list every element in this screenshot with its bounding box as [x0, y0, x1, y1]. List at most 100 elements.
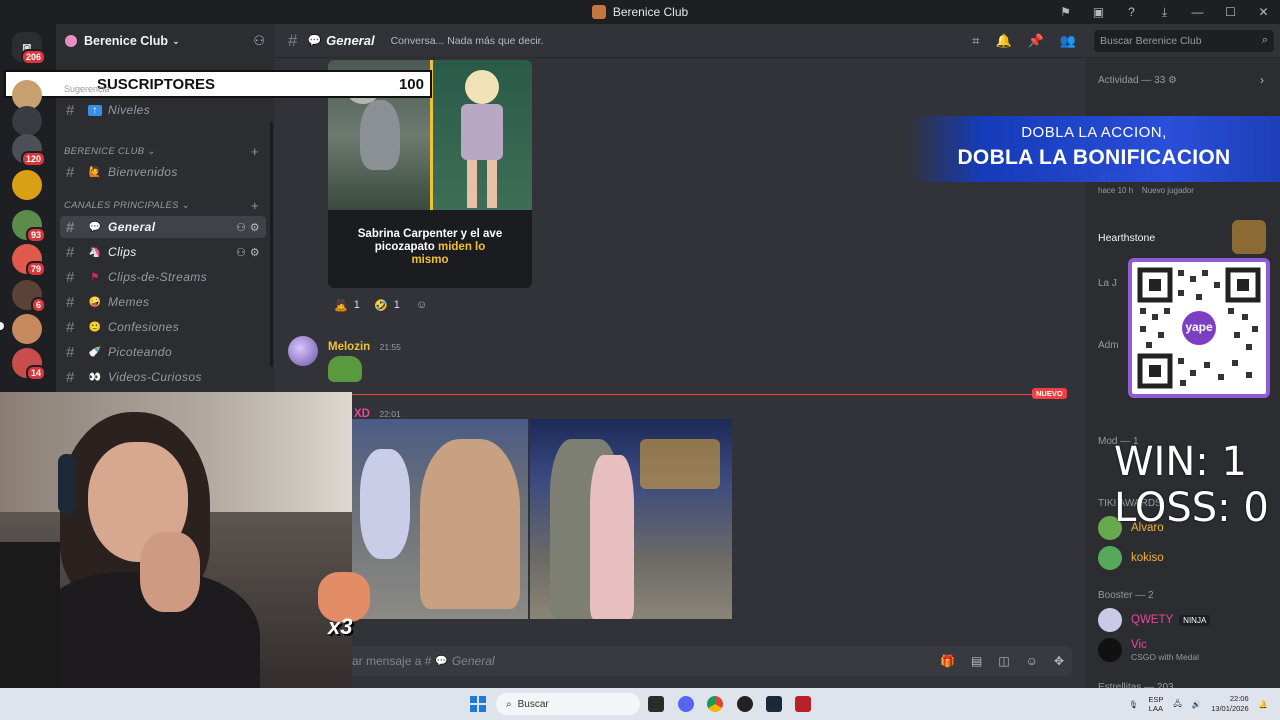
activity-item-2[interactable]: Hearthstone: [1098, 232, 1155, 244]
arrow-up-icon: ↑: [88, 104, 102, 116]
channel-videos-curiosos[interactable]: # 👀 Videos-Curiosos: [60, 366, 266, 388]
category-canales-principales[interactable]: CANALES PRINCIPALES ⌄ +: [64, 198, 259, 213]
channel-picoteando[interactable]: # 🍼 Picoteando: [60, 341, 266, 363]
channel-clips-de-streams[interactable]: # ⚑ Clips-de-Streams: [60, 266, 266, 288]
search-input[interactable]: Buscar Berenice Club ⌕: [1094, 29, 1274, 52]
hash-icon: #: [66, 318, 75, 336]
banner-line-2: DOBLA LA BONIFICACION: [957, 146, 1231, 169]
server-icon-7[interactable]: 79: [12, 244, 46, 277]
clock[interactable]: 22:06 13/01/2026: [1211, 694, 1249, 714]
server-icon-3[interactable]: [12, 106, 42, 136]
hash-icon: #: [66, 368, 75, 386]
sidebar-scrollbar[interactable]: [270, 122, 273, 367]
obs-taskbar-icon[interactable]: [737, 696, 753, 712]
channel-settings-icon[interactable]: ⚇ ⚙: [236, 221, 260, 234]
reaction-emoji: 🤣: [374, 299, 388, 312]
window-title: Berenice Club: [612, 5, 689, 19]
language-indicator[interactable]: ESP LAA: [1148, 695, 1163, 713]
pin-icon[interactable]: 📌: [1028, 33, 1044, 49]
username[interactable]: Melozin: [328, 341, 370, 353]
channel-confesiones[interactable]: # 🙂 Confesiones: [60, 316, 266, 338]
add-reaction-button[interactable]: ☺: [410, 295, 433, 315]
win-counter: WIN: 1: [1114, 439, 1247, 485]
yape-logo: yape: [1185, 320, 1213, 334]
taskbar-search[interactable]: ⌕ Buscar: [496, 693, 640, 715]
download-icon[interactable]: ⤓: [1148, 5, 1181, 20]
members-header: Buscar Berenice Club ⌕: [1086, 24, 1280, 58]
member-name: QWETY: [1131, 614, 1174, 626]
bell-icon[interactable]: 🔔: [995, 33, 1011, 49]
video-attachment-2[interactable]: [530, 419, 732, 619]
title-bar: Berenice Club ⚑ ▣ ? ⤓ — ☐ ✕: [0, 0, 1280, 24]
network-icon[interactable]: 🖧: [1173, 698, 1181, 711]
threads-icon[interactable]: ⌗: [972, 33, 979, 49]
server-name: Berenice Club: [84, 34, 169, 48]
chrome-taskbar-icon[interactable]: [707, 696, 723, 712]
members-icon[interactable]: 👥: [1060, 33, 1076, 49]
channel-niveles[interactable]: # ↑ Niveles: [60, 99, 266, 121]
discord-taskbar-icon[interactable]: [678, 696, 694, 712]
unread-badge: 79: [25, 261, 46, 277]
section-label: La J: [1098, 278, 1117, 289]
sticker-pepe: [328, 356, 362, 382]
task-view-icon[interactable]: [648, 696, 664, 712]
server-icon-6[interactable]: 93: [12, 210, 46, 243]
channel-memes[interactable]: # 🤪 Memes: [60, 291, 266, 313]
composer-placeholder: ar mensaje a #: [352, 654, 432, 668]
add-channel-icon[interactable]: +: [251, 198, 259, 213]
windows-start-icon[interactable]: [470, 696, 486, 712]
section-label: Booster — 2: [1098, 590, 1154, 601]
server-icon-10[interactable]: 14: [12, 348, 46, 381]
mic-icon[interactable]: 🎙: [1129, 700, 1139, 709]
caption-line-1: Sabrina Carpenter y el ave: [357, 228, 503, 240]
invite-icon[interactable]: ⚇: [253, 33, 265, 49]
channel-clips[interactable]: # 🦄 Clips ⚇ ⚙: [60, 241, 266, 263]
add-channel-icon[interactable]: +: [251, 144, 259, 159]
gif-icon[interactable]: ▤: [971, 654, 982, 668]
screen-share-icon[interactable]: ▣: [1082, 5, 1115, 19]
minimize-icon[interactable]: —: [1181, 5, 1214, 19]
server-icon-4[interactable]: 120: [12, 134, 46, 167]
help-icon[interactable]: ?: [1115, 5, 1148, 19]
message-header: Melozin 21:55: [328, 337, 401, 355]
channel-header: # 💬 General Conversa... Nada más que dec…: [274, 24, 1086, 58]
flag-icon[interactable]: ⚑: [1049, 5, 1082, 19]
hash-icon: #: [288, 30, 298, 50]
channel-settings-icon[interactable]: ⚇ ⚙: [236, 246, 260, 259]
close-icon[interactable]: ✕: [1247, 5, 1280, 19]
reaction-1[interactable]: 🙇 1: [328, 295, 366, 315]
member-kokiso[interactable]: kokiso: [1098, 546, 1164, 570]
gift-icon[interactable]: 🎁: [940, 654, 955, 668]
timestamp: 21:55: [379, 342, 401, 352]
unread-badge: 14: [25, 365, 46, 381]
game-taskbar-icon[interactable]: [795, 696, 811, 712]
server-icon-9[interactable]: [12, 314, 42, 344]
member-name: Vic: [1131, 638, 1147, 651]
video-attachment-1[interactable]: [350, 419, 528, 619]
new-messages-tag: NUEVO: [1032, 388, 1067, 399]
member-vic[interactable]: Vic CSGO with Medal: [1098, 638, 1199, 662]
chevron-right-icon[interactable]: ›: [1260, 73, 1264, 87]
channel-general[interactable]: # 💬 General ⚇ ⚙: [60, 216, 266, 238]
apps-icon[interactable]: ✥: [1054, 654, 1064, 668]
steam-taskbar-icon[interactable]: [766, 696, 782, 712]
message-input[interactable]: ar mensaje a # 💬 General 🎁 ▤ ◫ ☺ ✥: [290, 646, 1072, 676]
member-qwety[interactable]: QWETY NINJA: [1098, 608, 1211, 632]
server-icon-5[interactable]: [12, 170, 42, 200]
emoji-icon[interactable]: ☺: [1026, 654, 1038, 668]
reaction-2[interactable]: 🤣 1: [368, 295, 406, 315]
bottle-icon: 🍼: [88, 346, 102, 358]
volume-icon[interactable]: 🔊: [1192, 700, 1201, 709]
server-header[interactable]: Berenice Club ⌄ ⚇: [56, 24, 274, 58]
activity-header[interactable]: Actividad — 33 ⚙: [1098, 75, 1177, 86]
category-berenice-club[interactable]: BERENICE CLUB ⌄ +: [64, 144, 259, 159]
channel-bienvenidos[interactable]: # 🙋 Bienvenidos: [60, 161, 266, 183]
avatar[interactable]: [288, 336, 318, 366]
maximize-icon[interactable]: ☐: [1214, 5, 1247, 19]
server-icon-8[interactable]: 6: [12, 280, 46, 313]
notification-icon[interactable]: 🔔: [1259, 700, 1268, 709]
sticker-icon[interactable]: ◫: [998, 654, 1009, 668]
server-icon-1[interactable]: ◙ 206: [12, 32, 46, 65]
multiplier-label: x3: [328, 614, 353, 639]
smile-icon: 🙂: [88, 321, 102, 333]
